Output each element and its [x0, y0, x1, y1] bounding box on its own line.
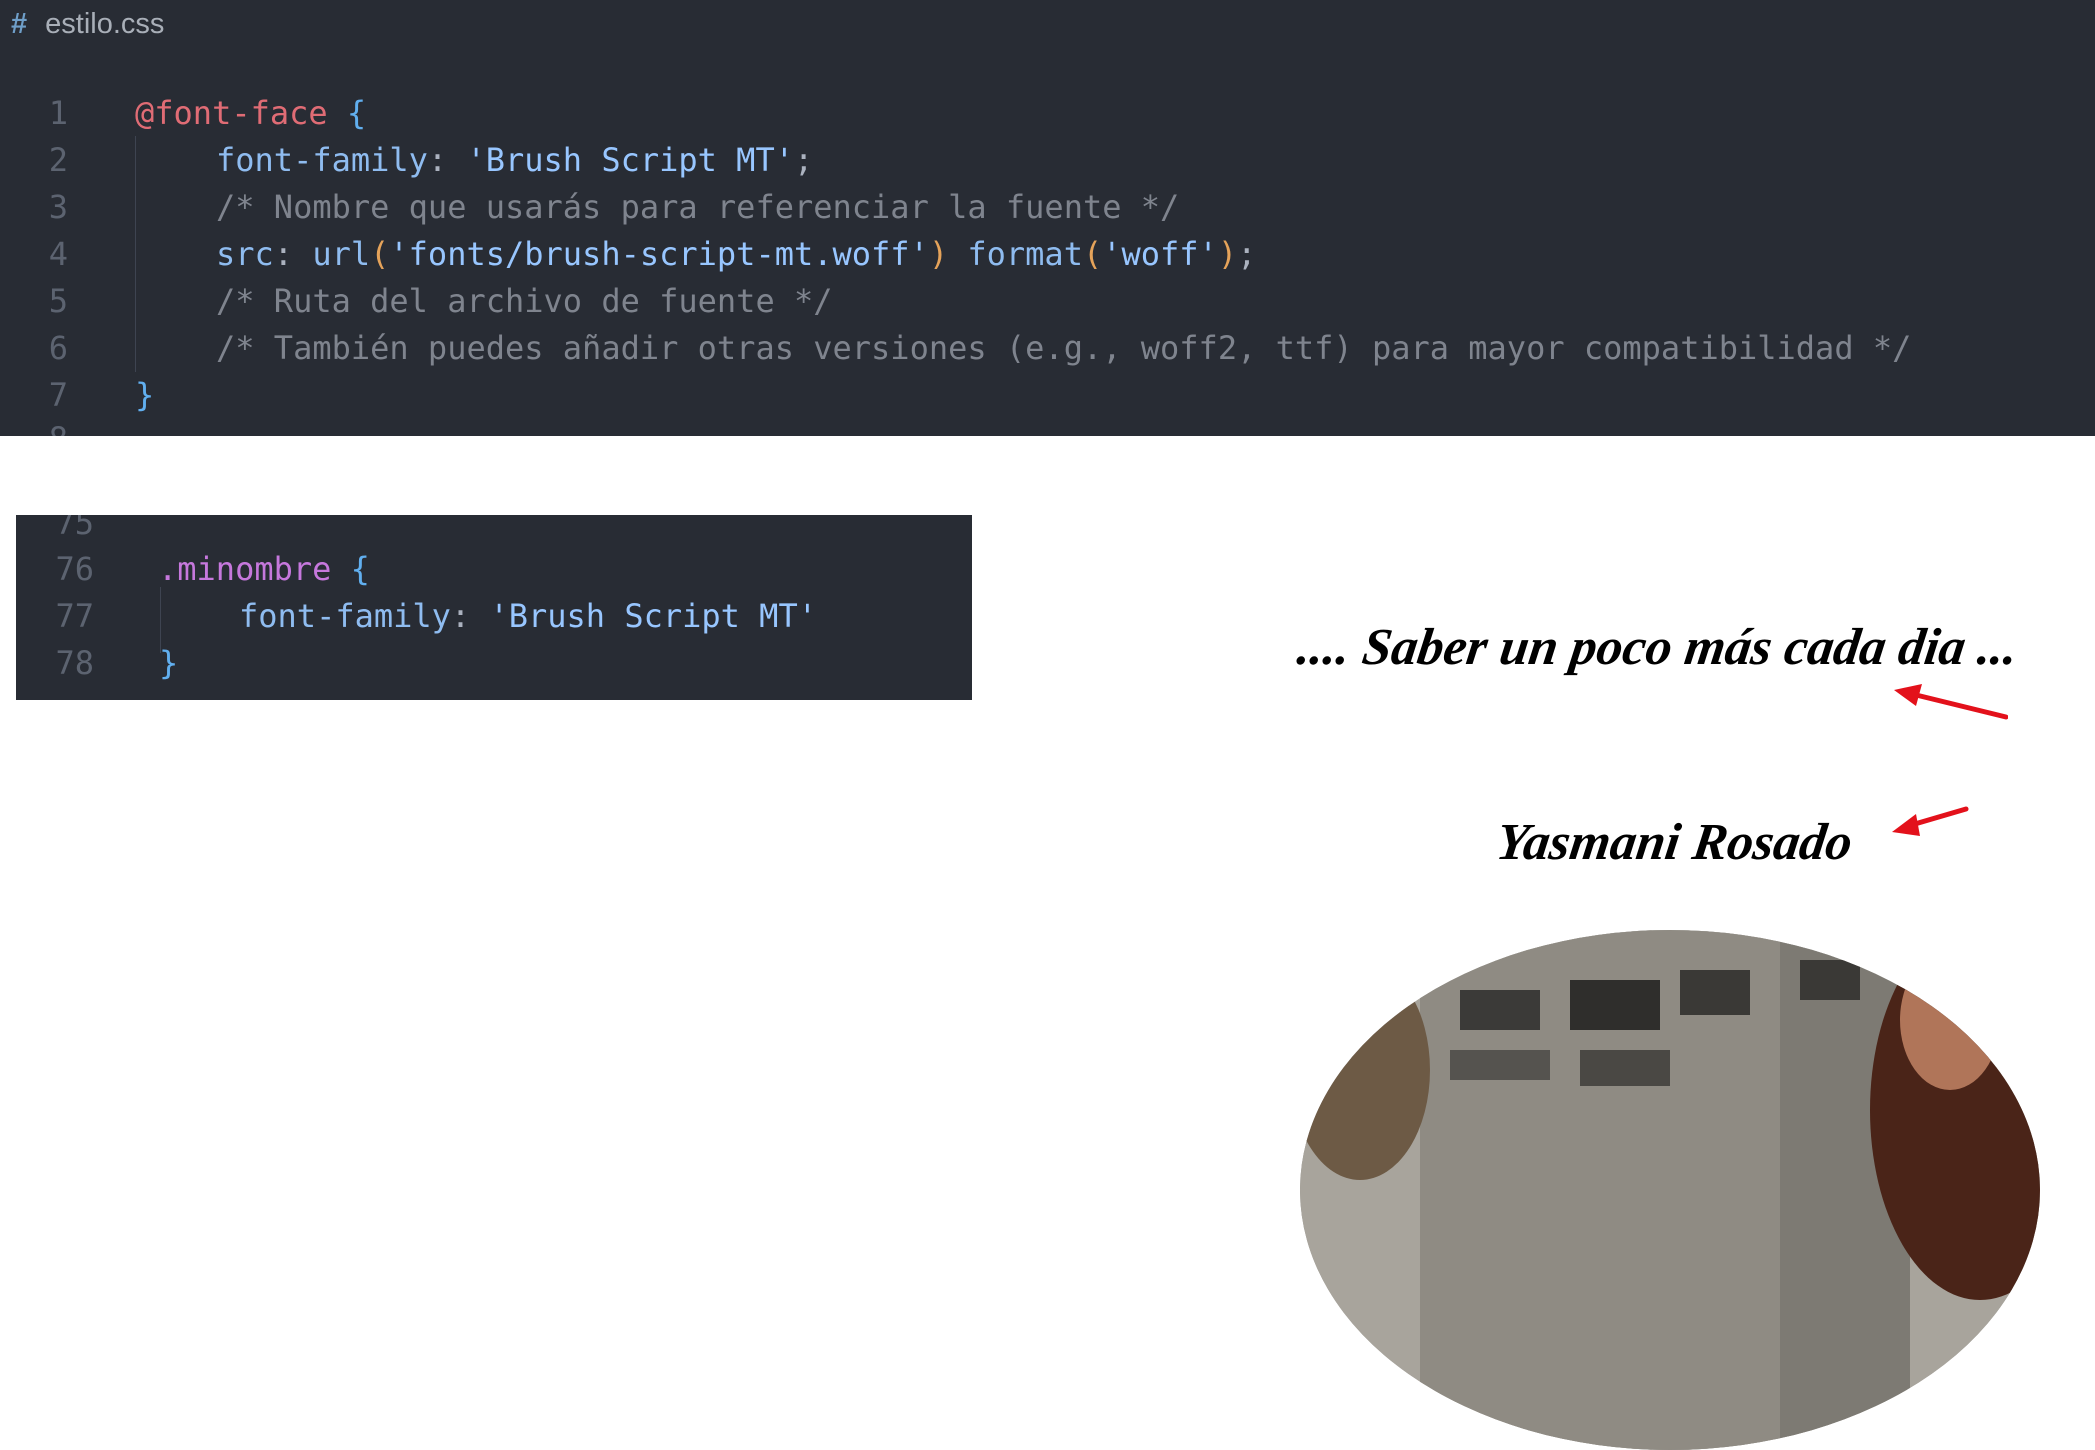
line-number: 6	[48, 329, 68, 367]
property: font-family	[239, 597, 451, 635]
code-line-77: 77 font-family: 'Brush Script MT'	[16, 593, 817, 640]
code-line-76: 76 .minombre {	[16, 546, 370, 593]
code-line-2: 2 font-family: 'Brush Script MT';	[0, 137, 814, 184]
line-number: 75	[55, 515, 94, 542]
semicolon: ;	[1237, 235, 1257, 273]
line-number: 76	[55, 550, 94, 588]
code-line-1: 1 @font-face {	[0, 90, 366, 137]
code-area[interactable]: 75 76 .minombre { 77 font-family: 'Brush…	[16, 515, 817, 700]
profile-photo	[1300, 930, 2040, 1450]
code-editor-main[interactable]: # estilo.css 1 @font-face { 2 font-famil…	[0, 0, 2095, 436]
motto-text: .... Saber un poco más cada dia ...	[1293, 619, 2022, 676]
line-number: 7	[48, 376, 68, 414]
open-brace: {	[346, 94, 367, 132]
string-value: 'Brush Script MT'	[489, 597, 817, 635]
colon: :	[273, 235, 313, 273]
line-number: 8	[0, 416, 68, 436]
paren: )	[928, 235, 949, 273]
close-brace: }	[135, 376, 155, 414]
paren: )	[1217, 235, 1238, 273]
semicolon: ;	[793, 141, 814, 179]
function-url: url	[312, 235, 371, 273]
line-number: 4	[48, 235, 68, 273]
line-number: 1	[48, 94, 68, 132]
code-line-5: 5 /* Ruta del archivo de fuente */	[0, 278, 833, 325]
string-value: 'fonts/brush-script-mt.woff'	[389, 235, 929, 273]
code-area[interactable]: 1 @font-face { 2 font-family: 'Brush Scr…	[0, 0, 1912, 436]
string-value: 'Brush Script MT'	[466, 141, 794, 179]
line-number: 77	[55, 597, 94, 635]
line-number: 3	[48, 188, 68, 226]
code-line-75: 75	[16, 515, 94, 547]
colon: :	[427, 141, 467, 179]
code-line-3: 3 /* Nombre que usarás para referenciar …	[0, 184, 1180, 231]
close-brace: }	[159, 644, 179, 682]
photo-scene	[1300, 930, 2040, 1450]
property: src	[216, 235, 274, 273]
paren: (	[370, 235, 390, 273]
code-line-8: 8	[0, 416, 68, 436]
property: font-family	[216, 141, 428, 179]
line-number: 2	[48, 141, 68, 179]
arrow-icon	[1892, 806, 1969, 836]
author-name: Yasmani Rosado	[1492, 814, 1856, 871]
at-rule: @font-face	[135, 94, 328, 132]
function-format: format	[967, 235, 1083, 273]
line-number: 78	[55, 644, 94, 682]
open-brace: {	[350, 550, 370, 588]
arrow-icon	[1894, 684, 2008, 720]
colon: :	[450, 597, 490, 635]
code-editor-snippet[interactable]: 75 76 .minombre { 77 font-family: 'Brush…	[16, 515, 972, 700]
paren: (	[1082, 235, 1103, 273]
string-value: 'woff'	[1102, 235, 1218, 273]
comment: /* Ruta del archivo de fuente */	[216, 282, 833, 320]
code-line-7: 7 }	[0, 372, 155, 419]
code-line-6: 6 /* También puedes añadir otras version…	[0, 325, 1912, 372]
class-selector: .minombre	[158, 550, 332, 588]
code-line-4: 4 src: url('fonts/brush-script-mt.woff')…	[0, 231, 1257, 278]
comment: /* Nombre que usarás para referenciar la…	[216, 188, 1180, 226]
line-number: 5	[48, 282, 68, 320]
comment: /* También puedes añadir otras versiones…	[216, 329, 1912, 367]
code-line-78: 78 }	[16, 640, 178, 687]
